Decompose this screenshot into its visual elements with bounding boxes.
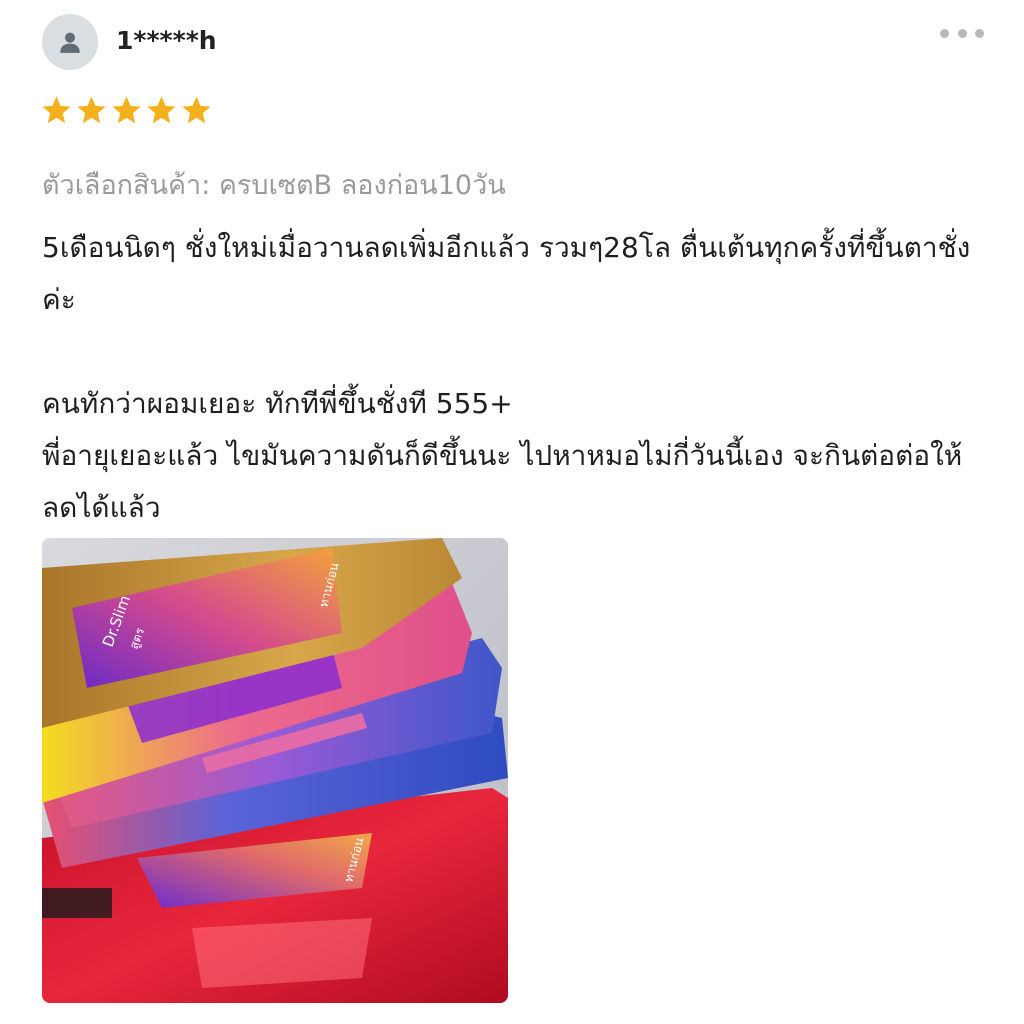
star-icon <box>147 96 176 124</box>
star-icon <box>42 96 71 124</box>
reviewer-avatar <box>42 14 98 70</box>
reviewer-name: 1*****h <box>116 26 217 55</box>
more-horizontal-icon <box>940 28 949 38</box>
review-photo[interactable]: Dr.Slim สูตร ทานก่อน ทานก่อน <box>42 538 508 1003</box>
star-icon <box>112 96 141 124</box>
more-options-button[interactable] <box>940 22 984 44</box>
review-photo-image: Dr.Slim สูตร ทานก่อน ทานก่อน <box>42 538 508 1003</box>
product-variant: ตัวเลือกสินค้า: ครบเซตB ลองก่อน10วัน <box>42 170 506 201</box>
star-icon <box>77 96 106 124</box>
review-text: 5เดือนนิดๆ ชั่งใหม่เมื่อวานลดเพิ่มอีกแล้… <box>42 231 971 524</box>
star-icon <box>182 96 211 124</box>
person-icon <box>60 32 80 53</box>
star-rating <box>40 94 213 127</box>
